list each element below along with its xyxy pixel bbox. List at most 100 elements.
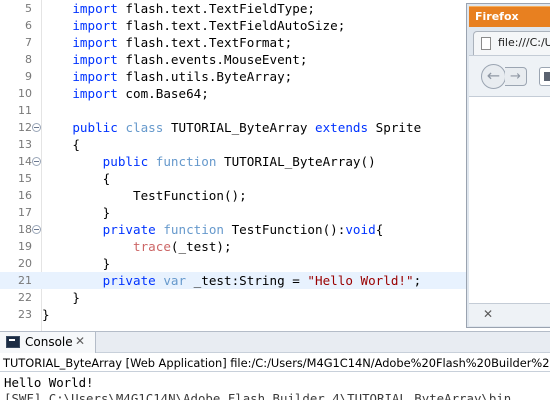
line-number: 9 — [25, 70, 32, 83]
console-view-bar: Console ✕ — [0, 331, 550, 353]
code-token: var — [163, 273, 187, 288]
line-number: 12 — [18, 121, 32, 134]
browser-tab[interactable]: file:///C:/U — [473, 31, 550, 55]
console-tab-label: Console — [25, 335, 73, 349]
code-token: function — [155, 154, 217, 169]
line-number: 8 — [25, 53, 32, 66]
line-number: 7 — [25, 36, 32, 49]
code-token: flash.text.TextFieldAutoSize; — [117, 18, 346, 33]
code-token: flash.text.TextFormat; — [117, 35, 293, 50]
code-text: import com.Base64; — [42, 85, 209, 102]
code-token: } — [42, 290, 80, 305]
line-number: 22 — [18, 291, 32, 304]
tab-console[interactable]: Console ✕ — [0, 332, 96, 353]
code-token: } — [42, 205, 111, 220]
browser-tab-label: file:///C:/U — [498, 36, 550, 49]
line-number: 23 — [18, 308, 32, 321]
browser-content[interactable] — [469, 97, 550, 303]
code-token: flash.text.TextFieldType; — [117, 1, 315, 16]
close-icon[interactable]: ✕ — [483, 307, 493, 321]
firefox-title: Firefox — [475, 10, 519, 23]
code-token: TUTORIAL_ByteArray — [163, 120, 316, 135]
code-text: import flash.text.TextFieldType; — [42, 0, 315, 17]
forward-arrow-icon[interactable]: → — [505, 67, 527, 86]
line-number: 10 — [18, 87, 32, 100]
code-token: import — [72, 52, 118, 67]
page-icon — [481, 37, 491, 50]
code-token: TUTORIAL_ByteArray() — [216, 154, 376, 169]
code-token: } — [42, 256, 111, 271]
code-token: _test:String = — [186, 273, 308, 288]
back-arrow-icon[interactable]: ← — [481, 64, 506, 89]
code-text: import flash.text.TextFieldAutoSize; — [42, 17, 345, 34]
code-token: public — [72, 120, 118, 135]
firefox-window[interactable]: Firefox file:///C:/U ← → ✕ — [466, 3, 550, 328]
code-token: { — [375, 222, 384, 237]
code-text: import flash.events.MouseEvent; — [42, 51, 307, 68]
fold-toggle-icon[interactable] — [32, 225, 41, 234]
code-token: TestFunction(): — [224, 222, 346, 237]
code-text: { — [42, 136, 80, 153]
fold-toggle-icon[interactable] — [32, 123, 41, 132]
code-token: private — [102, 273, 156, 288]
address-bar[interactable] — [539, 67, 550, 86]
code-token: } — [42, 307, 50, 322]
code-token: (_test); — [170, 239, 232, 254]
firefox-menu-button[interactable]: Firefox — [469, 6, 550, 27]
line-number: 19 — [18, 240, 32, 253]
line-number: 14 — [18, 155, 32, 168]
code-token: void — [345, 222, 376, 237]
code-text: } — [42, 255, 111, 272]
code-text: } — [42, 306, 50, 323]
code-token: import — [72, 69, 118, 84]
line-number: 16 — [18, 189, 32, 202]
navigation-toolbar: ← → — [469, 55, 550, 97]
code-text: { — [42, 170, 111, 187]
code-token: import — [72, 35, 118, 50]
code-token: ; — [413, 273, 422, 288]
code-token: "Hello World!" — [307, 273, 414, 288]
line-number: 20 — [18, 257, 32, 270]
console-launch-info: TUTORIAL_ByteArray [Web Application] fil… — [0, 354, 550, 372]
site-identity-icon[interactable] — [544, 72, 550, 81]
line-number: 18 — [18, 223, 32, 236]
code-token: extends — [315, 120, 369, 135]
line-number: 5 — [25, 2, 32, 15]
line-number: 17 — [18, 206, 32, 219]
code-text: } — [42, 289, 80, 306]
code-text: TestFunction(); — [42, 187, 247, 204]
code-text: private function TestFunction():void{ — [42, 221, 384, 238]
console-output[interactable]: Hello World! [SWF] C:\Users\M4G1C14N\Ado… — [0, 373, 550, 400]
code-text: private var _test:String = "Hello World!… — [42, 272, 422, 289]
close-icon[interactable]: ✕ — [75, 334, 85, 348]
code-text: trace(_test); — [42, 238, 232, 255]
code-token: class — [125, 120, 164, 135]
line-number: 13 — [18, 138, 32, 151]
code-token: flash.utils.ByteArray; — [117, 69, 293, 84]
code-token: { — [42, 137, 80, 152]
code-token: import — [72, 1, 118, 16]
line-number: 6 — [25, 19, 32, 32]
code-token: import — [72, 18, 118, 33]
code-token: { — [42, 171, 111, 186]
code-token: private — [102, 222, 156, 237]
console-output-line: Hello World! — [4, 375, 94, 390]
code-token: public — [102, 154, 149, 169]
code-text: public function TUTORIAL_ByteArray() — [42, 153, 376, 170]
code-token: import — [72, 86, 118, 101]
code-text: public class TUTORIAL_ByteArray extends … — [42, 119, 421, 136]
line-number: 15 — [18, 172, 32, 185]
code-token: com.Base64; — [117, 86, 209, 101]
fold-toggle-icon[interactable] — [32, 157, 41, 166]
code-text: import flash.utils.ByteArray; — [42, 68, 292, 85]
